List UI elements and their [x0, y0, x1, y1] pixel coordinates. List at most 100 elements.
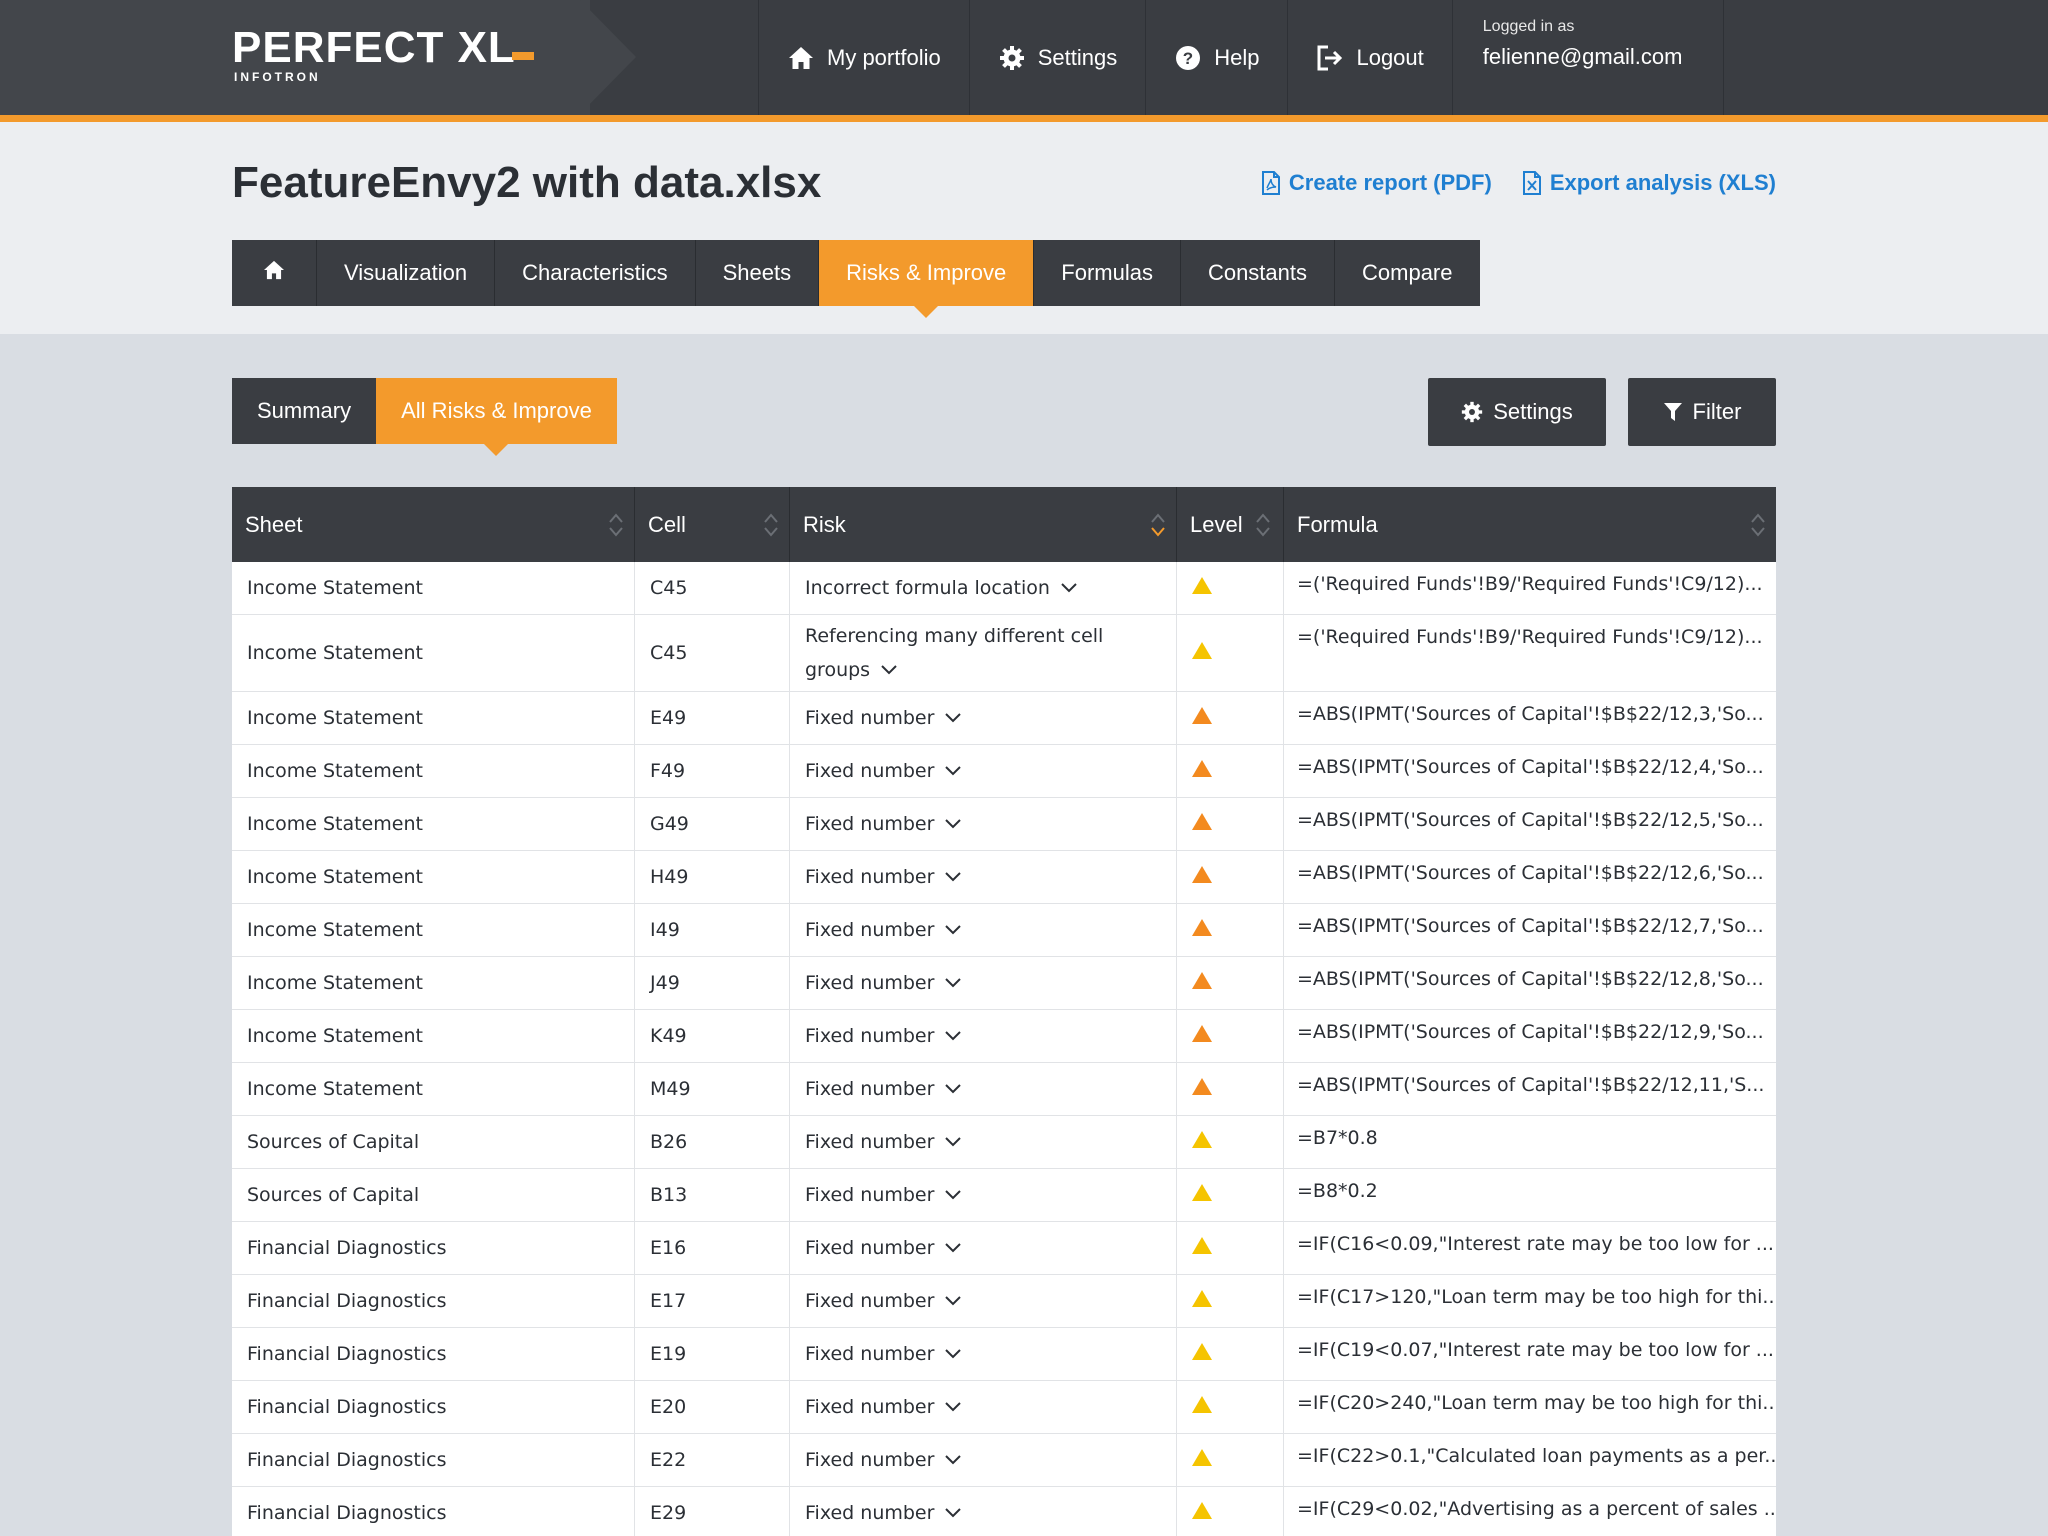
chevron-down-icon[interactable] — [944, 1443, 962, 1477]
tab-sheets[interactable]: Sheets — [694, 240, 819, 306]
table-row[interactable]: Financial Diagnostics E17 Fixed number =IF(… — [232, 1275, 1776, 1328]
chevron-down-icon[interactable] — [944, 860, 962, 894]
table-row[interactable]: Sources of Capital B26 Fixed number =B7*0.8 — [232, 1116, 1776, 1169]
chevron-down-icon[interactable] — [944, 1390, 962, 1424]
table-row[interactable]: Income Statement E49 Fixed number =ABS(IPMT… — [232, 692, 1776, 745]
excel-file-icon — [1522, 171, 1542, 195]
table-row[interactable]: Income Statement F49 Fixed number =ABS(IPMT… — [232, 745, 1776, 798]
column-header-formula[interactable]: Formula — [1284, 487, 1776, 562]
nav-settings[interactable]: Settings — [968, 0, 1146, 115]
chevron-down-icon[interactable] — [880, 653, 898, 687]
risk-dropdown[interactable]: Fixed number — [805, 1178, 962, 1213]
cell-risk[interactable]: Fixed number — [790, 1434, 1177, 1486]
risk-dropdown[interactable]: Fixed number — [805, 1390, 962, 1425]
risk-dropdown[interactable]: Fixed number — [805, 701, 962, 736]
nav-my-portfolio[interactable]: My portfolio — [758, 0, 969, 115]
cell-risk[interactable]: Fixed number — [790, 904, 1177, 956]
tab-characteristics[interactable]: Characteristics — [494, 240, 694, 306]
risk-dropdown[interactable]: Referencing many different cell groups — [805, 619, 1136, 688]
cell-risk[interactable]: Fixed number — [790, 957, 1177, 1009]
risk-dropdown[interactable]: Fixed number — [805, 807, 962, 842]
risk-dropdown[interactable]: Fixed number — [805, 860, 962, 895]
table-row[interactable]: Financial Diagnostics E29 Fixed number =IF(… — [232, 1487, 1776, 1536]
table-row[interactable]: Income Statement K49 Fixed number =ABS(IPMT… — [232, 1010, 1776, 1063]
cell-risk[interactable]: Incorrect formula location — [790, 562, 1177, 614]
cell-risk[interactable]: Fixed number — [790, 1275, 1177, 1327]
filter-button[interactable]: Filter — [1628, 378, 1776, 446]
tab-home[interactable] — [232, 240, 316, 306]
table-row[interactable]: Financial Diagnostics E20 Fixed number =IF(… — [232, 1381, 1776, 1434]
cell-risk[interactable]: Fixed number — [790, 745, 1177, 797]
risk-dropdown[interactable]: Fixed number — [805, 1231, 962, 1266]
nav-logout[interactable]: Logout — [1287, 0, 1451, 115]
nav-help[interactable]: ? Help — [1145, 0, 1287, 115]
table-row[interactable]: Financial Diagnostics E22 Fixed number =IF(… — [232, 1434, 1776, 1487]
risk-dropdown[interactable]: Fixed number — [805, 1072, 962, 1107]
table-row[interactable]: Financial Diagnostics E19 Fixed number =IF(… — [232, 1328, 1776, 1381]
perfectxl-logo[interactable]: PERFECT XL INFOTRON — [232, 26, 534, 84]
risk-dropdown[interactable]: Fixed number — [805, 1496, 962, 1531]
cell-risk[interactable]: Fixed number — [790, 851, 1177, 903]
table-row[interactable]: Income Statement J49 Fixed number =ABS(IPMT… — [232, 957, 1776, 1010]
table-row[interactable]: Income Statement G49 Fixed number =ABS(IPMT… — [232, 798, 1776, 851]
tab-risks-improve[interactable]: Risks & Improve — [818, 240, 1034, 318]
tab-compare[interactable]: Compare — [1334, 240, 1479, 306]
risk-dropdown[interactable]: Fixed number — [805, 1337, 962, 1372]
cell-risk[interactable]: Fixed number — [790, 1169, 1177, 1221]
cell-risk[interactable]: Fixed number — [790, 1063, 1177, 1115]
chevron-down-icon[interactable] — [944, 754, 962, 788]
column-header-sheet[interactable]: Sheet — [232, 487, 635, 562]
column-header-risk[interactable]: Risk — [790, 487, 1177, 562]
cell-risk[interactable]: Fixed number — [790, 1487, 1177, 1536]
risk-dropdown[interactable]: Fixed number — [805, 913, 962, 948]
chevron-down-icon[interactable] — [944, 1337, 962, 1371]
cell-risk[interactable]: Fixed number — [790, 1010, 1177, 1062]
column-header-cell[interactable]: Cell — [635, 487, 790, 562]
cell-risk[interactable]: Referencing many different cell groups — [790, 615, 1177, 691]
subtab-summary[interactable]: Summary — [232, 378, 377, 444]
risk-dropdown[interactable]: Fixed number — [805, 966, 962, 1001]
gear-icon — [1461, 401, 1483, 423]
risk-dropdown[interactable]: Fixed number — [805, 1019, 962, 1054]
chevron-down-icon[interactable] — [944, 913, 962, 947]
cell-risk[interactable]: Fixed number — [790, 1328, 1177, 1380]
column-header-level[interactable]: Level — [1177, 487, 1284, 562]
chevron-down-icon[interactable] — [944, 1072, 962, 1106]
cell-risk[interactable]: Fixed number — [790, 692, 1177, 744]
chevron-down-icon[interactable] — [944, 701, 962, 735]
table-row[interactable]: Income Statement I49 Fixed number =ABS(IPMT… — [232, 904, 1776, 957]
cell-risk[interactable]: Fixed number — [790, 1381, 1177, 1433]
tab-visualization[interactable]: Visualization — [316, 240, 494, 306]
chevron-down-icon[interactable] — [944, 1125, 962, 1159]
chevron-down-icon[interactable] — [944, 1178, 962, 1212]
risk-dropdown[interactable]: Incorrect formula location — [805, 571, 1078, 606]
export-analysis-link[interactable]: Export analysis (XLS) — [1522, 170, 1776, 196]
cell-risk[interactable]: Fixed number — [790, 1116, 1177, 1168]
cell-risk[interactable]: Fixed number — [790, 1222, 1177, 1274]
cell-risk[interactable]: Fixed number — [790, 798, 1177, 850]
tab-constants[interactable]: Constants — [1179, 240, 1334, 306]
risk-dropdown[interactable]: Fixed number — [805, 1125, 962, 1160]
settings-button[interactable]: Settings — [1428, 378, 1606, 446]
risk-dropdown[interactable]: Fixed number — [805, 1443, 962, 1478]
risk-dropdown[interactable]: Fixed number — [805, 1284, 962, 1319]
chevron-down-icon[interactable] — [944, 807, 962, 841]
create-report-link[interactable]: Create report (PDF) — [1261, 170, 1492, 196]
table-row[interactable]: Income Statement C45 Referencing many diff… — [232, 615, 1776, 692]
table-row[interactable]: Income Statement M49 Fixed number =ABS(IPMT… — [232, 1063, 1776, 1116]
sort-icon — [1255, 512, 1271, 544]
chevron-down-icon[interactable] — [944, 1019, 962, 1053]
chevron-down-icon[interactable] — [944, 966, 962, 1000]
chevron-down-icon[interactable] — [1060, 571, 1078, 605]
table-row[interactable]: Sources of Capital B13 Fixed number =B8*0.2 — [232, 1169, 1776, 1222]
risk-dropdown[interactable]: Fixed number — [805, 754, 962, 789]
table-row[interactable]: Income Statement C45 Incorrect formula loc… — [232, 562, 1776, 615]
chevron-down-icon[interactable] — [944, 1496, 962, 1530]
chevron-down-icon[interactable] — [944, 1284, 962, 1318]
tab-formulas[interactable]: Formulas — [1033, 240, 1180, 306]
table-row[interactable]: Income Statement H49 Fixed number =ABS(IPMT… — [232, 851, 1776, 904]
chevron-down-icon[interactable] — [944, 1231, 962, 1265]
table-row[interactable]: Financial Diagnostics E16 Fixed number =IF(… — [232, 1222, 1776, 1275]
filter-icon — [1663, 401, 1683, 423]
subtab-all-risks[interactable]: All Risks & Improve — [376, 378, 617, 456]
